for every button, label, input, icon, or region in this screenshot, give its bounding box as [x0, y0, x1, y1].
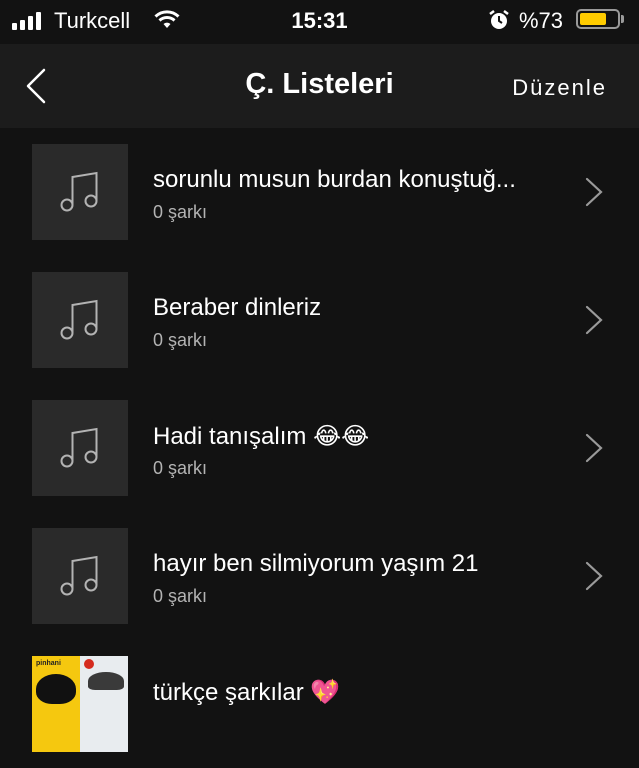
- album-art-figure: [36, 674, 76, 704]
- battery-percent: %73: [519, 8, 564, 33]
- battery-icon: [576, 9, 620, 29]
- playlist-track-count: 0 şarkı: [153, 586, 208, 606]
- music-note-icon: [60, 171, 98, 212]
- playlist-track-count: 0 şarkı: [153, 202, 208, 222]
- playlist-cover: [32, 272, 128, 368]
- playlist-track-count: 0 şarkı: [153, 458, 208, 478]
- music-note-icon: [60, 555, 98, 596]
- playlist-cover: [32, 400, 128, 496]
- music-note-icon: [60, 299, 98, 340]
- playlist-row[interactable]: Beraber dinleriz 0 şarkı: [0, 256, 639, 384]
- playlist-title: hayır ben silmiyorum yaşım 21: [153, 550, 479, 577]
- playlist-row[interactable]: Hadi tanışalım 😂😂 0 şarkı: [0, 384, 639, 512]
- playlist-row[interactable]: sorunlu musun burdan konuştuğ... 0 şarkı: [0, 128, 639, 256]
- album-art-text: pinhani: [36, 660, 61, 667]
- playlist-cover: [32, 528, 128, 624]
- chevron-right-icon: [585, 561, 603, 591]
- album-art-right: [80, 656, 128, 752]
- playlist-cover: [32, 144, 128, 240]
- chevron-right-icon: [585, 433, 603, 463]
- album-art: pinhani: [32, 656, 128, 752]
- chevron-right-icon: [585, 305, 603, 335]
- edit-button[interactable]: Düzenle: [512, 75, 607, 101]
- playlist-title: sorunlu musun burdan konuştuğ...: [153, 166, 516, 193]
- battery-level-fill: [580, 13, 606, 25]
- playlist-track-count: 0 şarkı: [153, 330, 208, 350]
- playlist-title: Beraber dinleriz: [153, 294, 322, 321]
- album-art-shape: [88, 672, 124, 690]
- navigation-bar: Ç. Listeleri Düzenle: [0, 44, 639, 128]
- playlist-row[interactable]: hayır ben silmiyorum yaşım 21 0 şarkı: [0, 512, 639, 640]
- playlist-title: Hadi tanışalım 😂😂: [153, 423, 370, 450]
- album-art-left: [32, 656, 80, 752]
- music-note-icon: [60, 427, 98, 468]
- alarm-icon: [489, 10, 509, 29]
- battery-nub: [621, 15, 624, 23]
- playlist-row[interactable]: pinhani türkçe şarkılar 💖: [0, 640, 639, 768]
- status-bar: Turkcell 15:31 %73: [0, 0, 639, 44]
- playlist-title: türkçe şarkılar 💖: [153, 679, 341, 706]
- chevron-right-icon: [585, 177, 603, 207]
- album-art-dot: [84, 659, 94, 669]
